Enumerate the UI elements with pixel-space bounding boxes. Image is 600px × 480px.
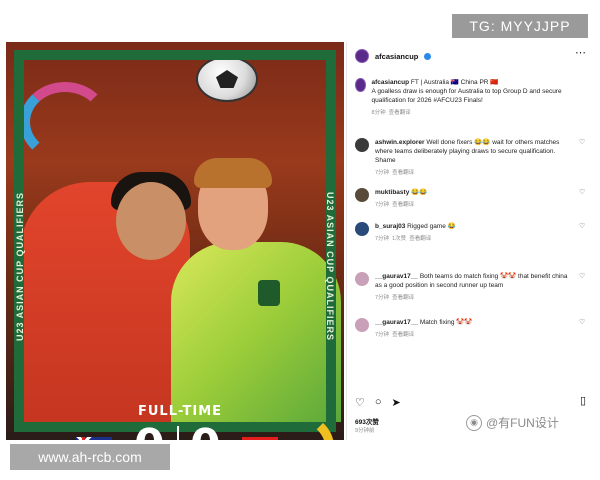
- paw-icon: ◉: [466, 414, 482, 431]
- green-border-frame: [14, 50, 336, 432]
- fun-watermark-text: @有FUN设计: [486, 416, 559, 430]
- verified-icon: [424, 52, 432, 60]
- side-title-right: U23 ASIAN CUP QUALIFIERS: [325, 192, 335, 342]
- post-header: afcasiancup: [355, 48, 432, 64]
- site-watermark: www.ah-rcb.com: [10, 444, 170, 470]
- caption-text: A goalless draw is enough for Australia …: [371, 88, 562, 104]
- avatar[interactable]: [355, 222, 369, 236]
- caption-time: 8分钟: [371, 110, 386, 116]
- post-caption: afcasiancup FT | Australia 🇦🇺 China PR 🇨…: [355, 78, 587, 118]
- translate-link[interactable]: 查看翻译: [409, 236, 431, 242]
- full-time-label: FULL-TIME: [138, 404, 223, 419]
- post-actions: ♡ ○ ➤: [355, 396, 401, 409]
- comment-time: 7分钟: [375, 295, 390, 301]
- comment-item: ashwin.explorer Well done fixers 😂😂 wait…: [355, 138, 587, 178]
- avatar[interactable]: [355, 272, 369, 286]
- avatar[interactable]: [355, 318, 369, 332]
- like-count[interactable]: 1次赞: [392, 236, 406, 242]
- avatar[interactable]: [355, 138, 369, 152]
- heart-icon[interactable]: ♡: [579, 318, 587, 340]
- comment-time: 7分钟: [375, 332, 390, 338]
- comment-text: 😂😂: [411, 189, 428, 196]
- comment-username[interactable]: __gaurav17__: [375, 273, 418, 280]
- translate-link[interactable]: 查看翻译: [392, 332, 414, 338]
- comment-item: muktibasty 😂😂 7分钟 查看翻译 ♡: [355, 188, 587, 210]
- tg-watermark: TG: MYYJJPP: [452, 14, 588, 38]
- translate-link[interactable]: 查看翻译: [392, 202, 414, 208]
- like-count[interactable]: 693次赞: [355, 416, 379, 426]
- comment-username[interactable]: muktibasty: [375, 189, 409, 196]
- comment-time: 7分钟: [375, 170, 390, 176]
- heart-icon[interactable]: ♡: [579, 222, 587, 244]
- instagram-post-panel: afcasiancup ⋯ afcasiancup FT | Australia…: [346, 42, 594, 440]
- like-icon[interactable]: ♡: [355, 396, 365, 409]
- comment-username[interactable]: __gaurav17__: [375, 319, 418, 326]
- comment-username[interactable]: ashwin.explorer: [375, 139, 425, 146]
- caption-username[interactable]: afcasiancup: [372, 79, 410, 86]
- avatar[interactable]: [355, 49, 369, 63]
- score-divider: [177, 426, 179, 440]
- home-score: 0: [134, 420, 165, 440]
- comment-item: __gaurav17__ Both teams do match fixing …: [355, 272, 587, 303]
- post-username[interactable]: afcasiancup: [375, 52, 418, 61]
- comment-text: Rigged game 😂: [407, 223, 456, 230]
- australia-flag-icon: ★ ★ ★: [76, 437, 112, 440]
- avatar[interactable]: [355, 188, 369, 202]
- heart-icon[interactable]: ♡: [579, 188, 587, 210]
- fun-watermark: ◉ @有FUN设计: [466, 414, 559, 431]
- avatar[interactable]: [355, 78, 366, 92]
- bookmark-icon[interactable]: ▯: [580, 394, 586, 407]
- match-photo: U23 ASIAN CUP QUALIFIERS U23 ASIAN CUP Q…: [6, 42, 344, 440]
- translate-link[interactable]: 查看翻译: [392, 170, 414, 176]
- share-icon[interactable]: ➤: [392, 396, 401, 409]
- comment-username[interactable]: b_suraj03: [375, 223, 405, 230]
- comment-item: b_suraj03 Rigged game 😂 7分钟 1次赞 查看翻译 ♡: [355, 222, 587, 244]
- heart-icon[interactable]: ♡: [579, 138, 587, 178]
- comment-text: Match fixing 🤡🤡: [419, 319, 473, 326]
- side-title-left: U23 ASIAN CUP QUALIFIERS: [15, 192, 25, 342]
- comment-icon[interactable]: ○: [375, 396, 382, 409]
- caption-tags: FT | Australia 🇦🇺 China PR 🇨🇳: [410, 79, 499, 86]
- translate-link[interactable]: 查看翻译: [389, 110, 411, 116]
- screenshot-frame: TG: MYYJJPP U23 ASIAN CUP QUALIFIERS U23…: [0, 0, 600, 480]
- comment-time: 7分钟: [375, 236, 390, 242]
- translate-link[interactable]: 查看翻译: [392, 295, 414, 301]
- comment-time: 7分钟: [375, 202, 390, 208]
- heart-icon[interactable]: ♡: [579, 272, 587, 303]
- more-options-icon[interactable]: ⋯: [575, 46, 586, 59]
- post-date: 9分钟前: [355, 428, 375, 434]
- comment-item: __gaurav17__ Match fixing 🤡🤡 7分钟 查看翻译 ♡: [355, 318, 587, 340]
- away-score: 0: [190, 420, 221, 440]
